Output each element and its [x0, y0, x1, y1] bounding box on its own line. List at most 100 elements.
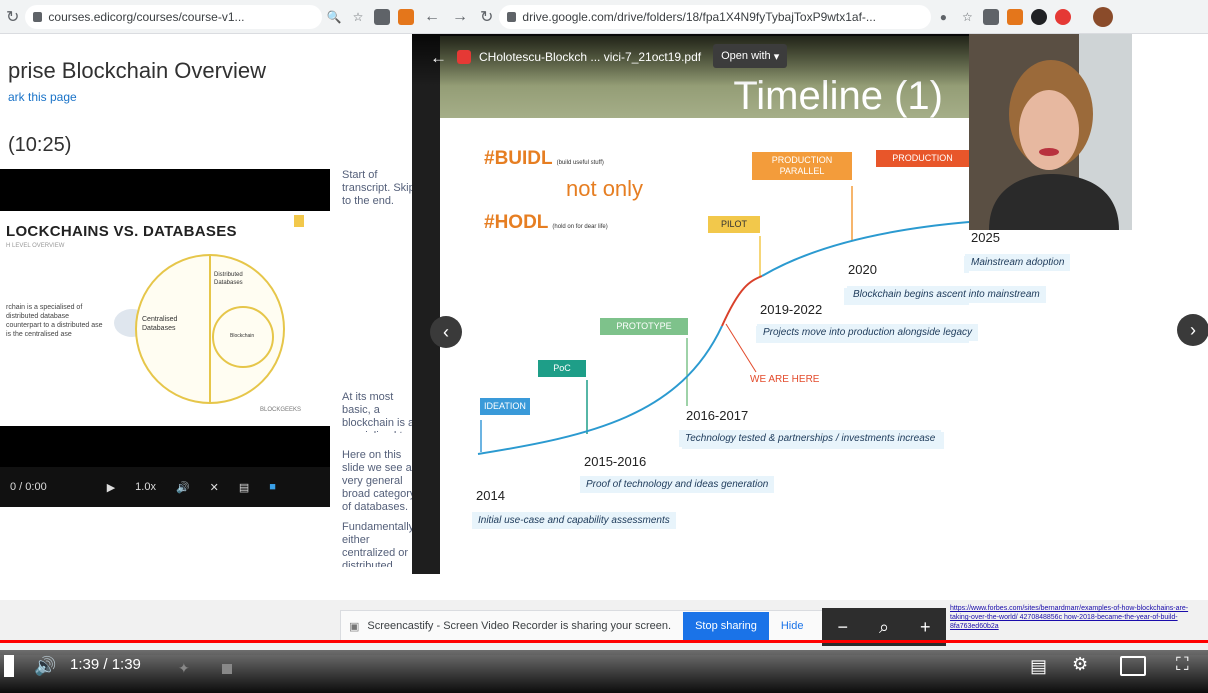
zoom-in-icon[interactable]: +: [920, 617, 931, 638]
slide-subheading: H LEVEL OVERVIEW: [6, 243, 65, 249]
record-extension-icon[interactable]: [1055, 8, 1072, 25]
slide-heading: LOCKCHAINS VS. DATABASES: [6, 223, 237, 240]
camera-icon[interactable]: ●: [935, 9, 951, 25]
milestone-desc: Projects move into production alongside …: [757, 324, 979, 341]
presenter-mouth: [1039, 148, 1059, 156]
milestone-year: 2025: [971, 230, 1000, 245]
course-page: prise Blockchain Overview ark this page …: [0, 34, 418, 604]
pdf-page-continuation: 2025 Mainstream adoption Blockchain begi…: [679, 230, 1208, 570]
milestone-desc: Proof of technology and ideas generation: [580, 476, 775, 493]
next-page-button[interactable]: ›: [1177, 314, 1208, 346]
profile-avatar[interactable]: [1093, 6, 1114, 27]
phase-production-parallel: PRODUCTION PARALLEL: [752, 152, 852, 180]
miniplayer-icon[interactable]: [1120, 656, 1146, 676]
tool-icon: ✦: [178, 660, 190, 676]
speed-button[interactable]: 1.0x: [135, 481, 156, 493]
play-icon[interactable]: ▶: [107, 481, 115, 494]
transcript-paragraph[interactable]: Start of transcript. Skip to the end.: [342, 169, 418, 211]
video-controls: 0 / 0:00 ▶ 1.0x 🔊 ✕ ▤ ■: [0, 467, 330, 507]
zoom-out-icon[interactable]: −: [837, 617, 848, 638]
transcript-paragraph[interactable]: At its most basic, a blockchain is a spe…: [342, 391, 418, 433]
zoom-icon[interactable]: ⌕: [879, 617, 889, 638]
milestone-desc: Blockchain begins ascent into mainstream: [847, 286, 1046, 303]
venn-label-blockchain: Blockchain: [230, 333, 255, 339]
address-bar-right[interactable]: drive.google.com/drive/folders/18/fpa1X4…: [499, 4, 932, 29]
phase-prototype: PROTOTYPE: [600, 318, 688, 335]
open-with-button[interactable]: Open with ▾: [713, 44, 788, 68]
address-bar-url: drive.google.com/drive/folders/18/fpa1X4…: [522, 9, 876, 24]
address-bar-url: courses.edicorg/courses/course-v1...: [48, 9, 245, 24]
phase-production: PRODUCTION: [876, 150, 969, 167]
square-icon: [222, 664, 232, 674]
browser-toolbar-right: ← → ↻ drive.google.com/drive/folders/18/…: [418, 0, 1208, 34]
milestone-desc: Technology tested & partnerships / inves…: [679, 430, 942, 447]
pdf-page: Timeline (1) #BUIDL (build useful stuff) …: [440, 36, 969, 574]
milestone-desc: Initial use-case and capability assessme…: [472, 512, 676, 529]
stop-sharing-button[interactable]: Stop sharing: [683, 612, 769, 640]
search-icon[interactable]: 🔍: [326, 9, 342, 25]
note-icon: [294, 215, 304, 227]
address-bar-left[interactable]: courses.edicorg/courses/course-v1...: [25, 4, 322, 29]
transcript-toggle-icon[interactable]: ■: [269, 481, 276, 493]
reload-icon[interactable]: ↻: [0, 7, 25, 27]
play-pause-icon[interactable]: [4, 655, 14, 677]
captions-icon[interactable]: ▤: [239, 481, 249, 494]
milestone-year: 2016-2017: [686, 408, 749, 423]
timeline-chart: [477, 186, 969, 455]
milestone-year: 2015-2016: [584, 454, 647, 469]
reload-icon[interactable]: ↻: [474, 7, 499, 27]
bookmark-link[interactable]: ark this page: [8, 90, 77, 104]
curve-here: [721, 275, 763, 327]
back-arrow-icon[interactable]: ←: [418, 8, 446, 26]
fullscreen-icon[interactable]: ✕: [210, 481, 219, 494]
subtitles-icon[interactable]: ▤: [1030, 656, 1047, 677]
pdf-file-header: ← CHolotescu-Blockch ... vici-7_21oct19.…: [412, 34, 969, 86]
progress-fill: [0, 640, 1208, 643]
star-icon[interactable]: ☆: [959, 9, 975, 25]
pdf-viewer: Timeline (1) #BUIDL (build useful stuff) …: [412, 34, 969, 574]
venn-label-distributed: Distributed Databases: [214, 272, 243, 286]
slide-left-text: rchain is a specialised of distributed d…: [6, 304, 103, 338]
milestone-year: 2014: [476, 488, 505, 503]
metamask-icon[interactable]: [398, 8, 414, 25]
hide-button[interactable]: Hide: [781, 620, 804, 632]
pdf-file-name: CHolotescu-Blockch ... vici-7_21oct19.pd…: [479, 50, 702, 64]
course-title: prise Blockchain Overview: [8, 58, 266, 83]
phase-pilot: PILOT: [708, 216, 760, 233]
volume-icon[interactable]: 🔊: [176, 481, 190, 494]
share-message: Screencastify - Screen Video Recorder is…: [367, 620, 672, 632]
video-player[interactable]: LOCKCHAINS VS. DATABASES H LEVEL OVERVIE…: [0, 169, 330, 507]
star-icon[interactable]: ☆: [350, 9, 366, 25]
player-time: 1:39 / 1:39: [70, 656, 141, 673]
milestone-year: 2019-2022: [760, 302, 823, 317]
settings-gear-icon[interactable]: ⚙: [1072, 654, 1088, 675]
milestone-desc: Mainstream adoption: [965, 254, 1071, 271]
progress-bar[interactable]: [0, 640, 1208, 643]
transcript-paragraph[interactable]: Here on this slide we see a very general…: [342, 449, 418, 515]
circle-extension-icon[interactable]: [1031, 8, 1048, 25]
video-time: 0 / 0:00: [10, 481, 47, 493]
webcam-overlay: [969, 34, 1132, 230]
prev-page-button[interactable]: ‹: [430, 316, 462, 348]
lock-icon: [33, 11, 43, 22]
pdf-file-icon: [457, 50, 471, 64]
extension-icon[interactable]: [983, 8, 1000, 25]
we-are-here-label: WE ARE HERE: [750, 374, 820, 385]
extension-icon[interactable]: [374, 8, 390, 25]
phase-poc: PoC: [538, 360, 586, 377]
back-arrow-icon[interactable]: ←: [430, 48, 447, 68]
browser-toolbar-left: ↻ courses.edicorg/courses/course-v1... 🔍…: [0, 0, 418, 34]
we-are-here-pointer: [725, 323, 757, 373]
forward-arrow-icon[interactable]: →: [446, 8, 474, 26]
article-link[interactable]: https://www.forbes.com/sites/bernardmarr…: [950, 604, 1208, 634]
video-title: (10:25): [8, 134, 72, 156]
venn-label-centralised: Centralised Databases: [142, 316, 178, 332]
transcript-paragraph[interactable]: Fundamentally either centralized or dist…: [342, 521, 418, 567]
volume-icon[interactable]: 🔊: [34, 656, 56, 677]
screen-share-notification: ▣ Screencastify - Screen Video Recorder …: [340, 610, 824, 642]
slide-logo: BLOCKGEEKS: [260, 407, 302, 413]
fullscreen-icon[interactable]: ⛶: [1176, 654, 1189, 675]
screen: ↻ courses.edicorg/courses/course-v1... 🔍…: [0, 0, 1208, 693]
metamask-icon[interactable]: [1007, 8, 1024, 25]
share-icon: ▣: [349, 620, 360, 633]
